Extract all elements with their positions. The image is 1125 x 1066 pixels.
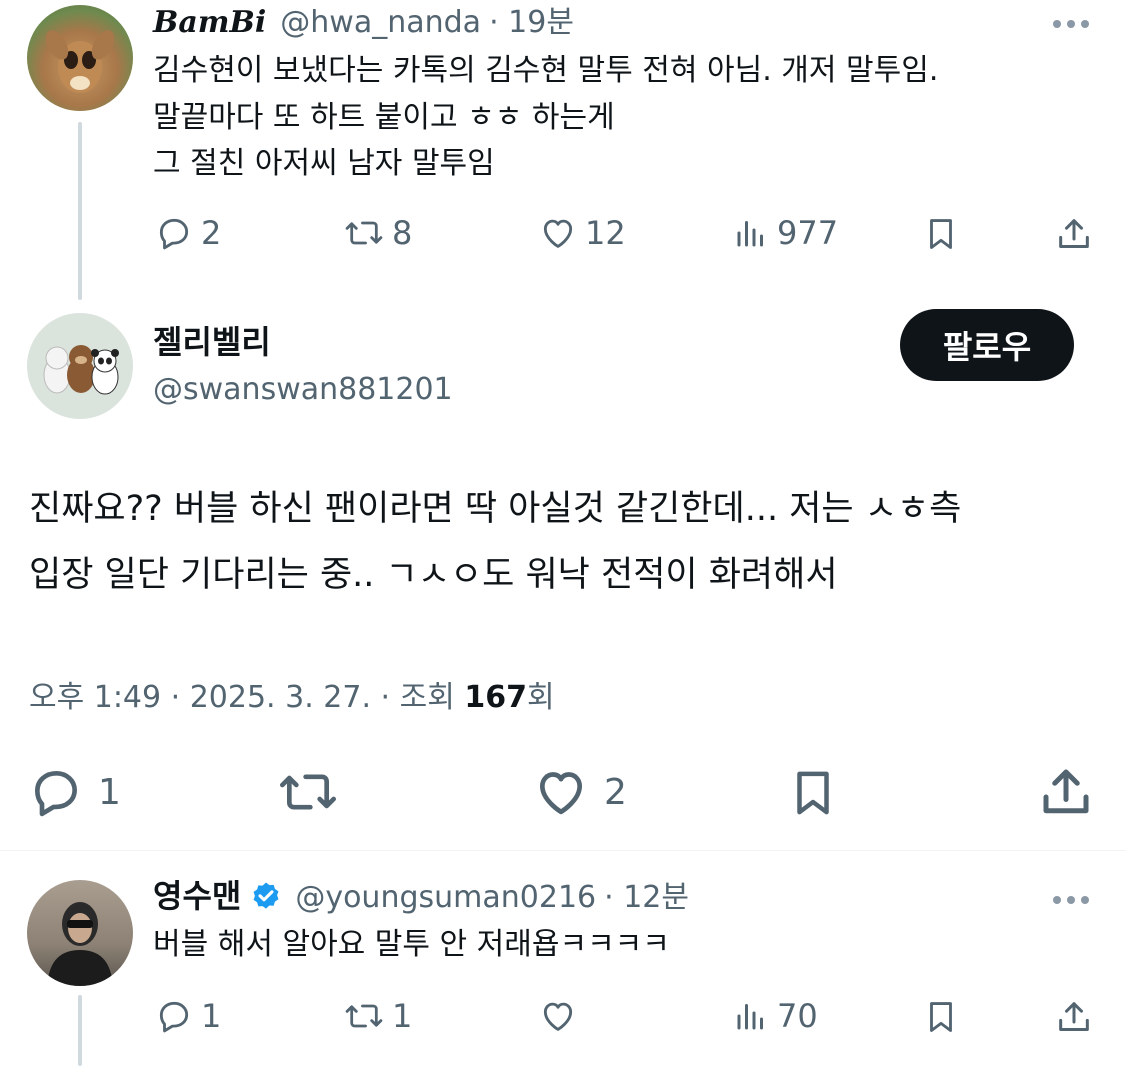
verified-badge-icon: [253, 882, 279, 909]
views-icon: [737, 1004, 763, 1030]
share-icon[interactable]: [1054, 997, 1094, 1037]
handle[interactable]: @youngsuman0216: [295, 878, 596, 918]
more-icon[interactable]: [1053, 896, 1089, 904]
tweet-text-line-2: 입장 일단 기다리는 중.. ㄱㅅㅇ도 워낙 전적이 화려해서: [29, 555, 838, 595]
handle[interactable]: @swanswan881201: [153, 370, 453, 410]
timestamp[interactable]: · 12분: [604, 878, 689, 918]
reply-icon: [35, 771, 77, 817]
tweet-text-line-1: 진짜요?? 버블 하신 팬이라면 딱 아실것 같긴한데... 저는 ㅅㅎ측: [29, 489, 962, 529]
thread-line: [78, 995, 82, 1066]
reply-count: 1: [98, 771, 121, 813]
reply-count: 1: [201, 997, 222, 1035]
meta-views: 167: [464, 680, 527, 715]
reply-icon: [159, 218, 189, 250]
retweet-button[interactable]: 1: [344, 997, 412, 1035]
tweet-text-line-3: 그 절친 아저씨 남자 말투임: [153, 146, 495, 181]
display-name[interactable]: BamBi: [153, 3, 266, 43]
bookmark-icon[interactable]: [922, 214, 960, 254]
like-count: 2: [604, 771, 627, 813]
reply-button[interactable]: 1: [155, 997, 221, 1035]
retweet-icon: [345, 1004, 383, 1028]
tweet-meta: 오후 1:49 · 2025. 3. 27. · 조회 167회: [29, 678, 555, 718]
retweet-count: 1: [392, 997, 413, 1035]
tweet-header: BamBi @hwa_nanda · 19분: [153, 3, 574, 43]
like-icon: [540, 772, 582, 815]
views-icon: [737, 221, 763, 247]
tweet-header: 영수맨 @youngsuman0216 · 12분: [153, 876, 689, 918]
retweet-icon: [345, 221, 383, 245]
reply-count: 2: [201, 214, 222, 252]
thread-line: [78, 122, 82, 300]
meta-time[interactable]: 오후 1:49 · 2025. 3. 27. · 조회: [29, 680, 464, 715]
like-count: 12: [585, 214, 626, 252]
like-icon[interactable]: [539, 997, 577, 1035]
retweet-icon[interactable]: [276, 764, 340, 820]
retweet-count: 8: [392, 214, 413, 252]
reply-button[interactable]: 2: [155, 214, 221, 252]
avatar-youngsuman[interactable]: [27, 880, 133, 986]
like-button[interactable]: 12: [539, 214, 626, 252]
reply-button[interactable]: 1: [28, 764, 121, 820]
views-button[interactable]: 70: [733, 997, 818, 1035]
divider: [0, 850, 1125, 851]
retweet-button[interactable]: 8: [344, 214, 412, 252]
tweet-text: 버블 해서 알아요 말투 안 저래욥ㅋㅋㅋㅋ: [153, 927, 670, 962]
views-count: 70: [777, 997, 818, 1035]
views-button[interactable]: 977: [733, 214, 838, 252]
display-name[interactable]: 영수맨: [153, 876, 241, 916]
avatar-jellybelly[interactable]: [27, 313, 133, 419]
timestamp[interactable]: · 19분: [489, 3, 574, 43]
handle[interactable]: @hwa_nanda: [280, 3, 481, 43]
share-icon[interactable]: [1036, 762, 1096, 822]
bookmark-icon[interactable]: [922, 997, 960, 1037]
share-icon[interactable]: [1054, 214, 1094, 254]
like-icon: [543, 219, 573, 248]
follow-button[interactable]: 팔로우: [900, 309, 1074, 381]
more-icon[interactable]: [1053, 20, 1089, 28]
reply-icon: [159, 1001, 189, 1033]
display-name[interactable]: 젤리벨리: [153, 322, 271, 362]
tweet-text-line-1: 김수현이 보냈다는 카톡의 김수현 말투 전혀 아님. 개저 말투임.: [153, 53, 939, 88]
bookmark-icon[interactable]: [786, 764, 840, 822]
avatar-bambi[interactable]: [27, 5, 133, 111]
like-button[interactable]: 2: [532, 764, 627, 820]
views-count: 977: [777, 214, 839, 252]
tweet-text-line-2: 말끝마다 또 하트 붙이고 ㅎㅎ 하는게: [153, 100, 615, 135]
meta-views-suffix: 회: [526, 680, 555, 715]
